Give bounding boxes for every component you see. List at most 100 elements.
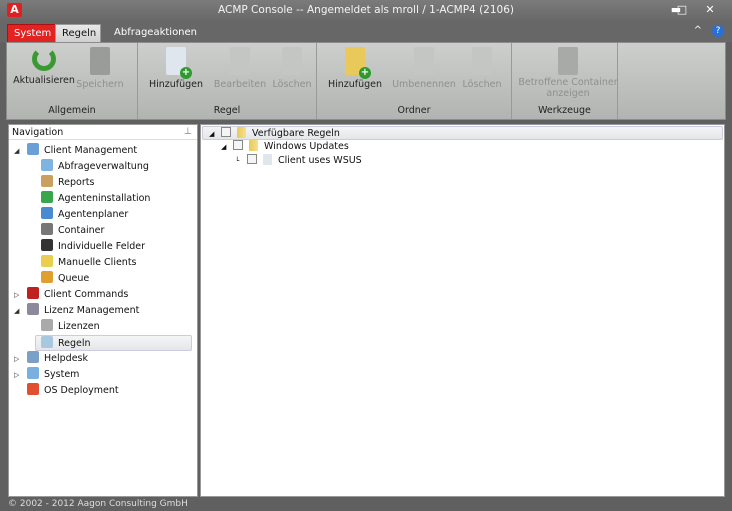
delete-rule-button[interactable]: Löschen [264,47,320,90]
nav-item-lizenz-management[interactable]: Lizenz Management [25,303,139,319]
nav-item-icon [41,319,53,331]
nav-item-individuelle-felder[interactable]: Individuelle Felder [39,239,145,255]
ribbon-group-regel: + Hinzufügen Bearbeiten Löschen Regel [138,43,317,119]
expander-icon[interactable]: ◢ [209,128,221,140]
button-label: Löschen [272,79,312,90]
expander-icon[interactable]: ▷ [14,291,19,299]
edit-rule-button[interactable]: Bearbeiten [210,47,270,90]
nav-item-label: Agenteninstallation [58,193,151,204]
tab-system[interactable]: System [7,24,59,42]
button-label: Betroffene Container anzeigen [518,77,618,99]
add-folder-button[interactable]: + Hinzufügen [323,47,387,90]
nav-item-reports[interactable]: Reports [39,175,94,191]
expander-icon[interactable]: ▷ [14,371,19,379]
nav-item-icon [41,207,53,219]
navigation-title: Navigation [12,127,64,138]
add-rule-button[interactable]: + Hinzufügen [144,47,208,90]
save-icon [90,47,110,75]
nav-item-manuelle-clients[interactable]: Manuelle Clients [39,255,137,271]
checkbox[interactable] [221,127,231,137]
nav-item-lizenzen[interactable]: Lizenzen [39,319,100,335]
delete-folder-button[interactable]: Löschen [454,47,510,90]
expander-icon[interactable]: ◢ [221,141,233,153]
nav-item-icon [27,303,39,315]
nav-item-label: Manuelle Clients [58,257,137,268]
checkbox[interactable] [233,140,243,150]
nav-item-client-commands[interactable]: Client Commands [25,287,128,303]
refresh-button[interactable]: Aktualisieren [13,47,75,86]
rule-tree-label: Verfügbare Regeln [252,128,340,139]
checkbox[interactable] [247,154,257,164]
nav-item-icon [41,271,53,283]
title-bar: A ACMP Console -- Angemeldet als mroll /… [0,0,732,22]
rename-folder-icon [414,47,434,75]
nav-item-icon [27,367,39,379]
nav-item-client-management[interactable]: Client Management [25,143,137,159]
pin-icon[interactable]: ⊥ [184,126,192,137]
close-button[interactable]: ✕ [700,3,720,16]
nav-item-label: Lizenz Management [44,305,140,316]
affected-containers-button[interactable]: Betroffene Container anzeigen [518,47,618,99]
nav-item-label: Regeln [58,338,91,349]
collapse-ribbon-button[interactable]: ^ [694,25,702,36]
delete-rule-icon [282,47,302,75]
nav-item-helpdesk[interactable]: Helpdesk [25,351,88,367]
nav-item-label: Reports [58,177,95,188]
navigation-panel: Navigation ⊥ ◢ Client Management Abfragever… [8,124,198,497]
group-label: Allgemein [48,105,96,116]
folder-icon [249,140,258,151]
rule-icon [263,154,272,165]
rule-tree-label: Windows Updates [264,141,349,152]
refresh-icon [32,47,56,71]
nav-item-label: OS Deployment [44,385,119,396]
nav-item-icon [27,383,39,395]
nav-item-abfrageverwaltung[interactable]: Abfrageverwaltung [39,159,149,175]
nav-item-container[interactable]: Container [39,223,104,239]
ribbon-group-ordner: + Hinzufügen Umbenennen Löschen Ordner [317,43,512,119]
nav-item-icon [41,191,53,203]
expander-icon[interactable]: ◢ [14,147,19,155]
ribbon-tabs: System Regeln Abfrageaktionen ^? [0,22,732,42]
rule-tree-item[interactable]: ◢ Windows Updates [201,140,349,154]
rule-tree-label: Client uses WSUS [278,155,362,166]
nav-item-icon [41,336,53,348]
tab-abfrageaktionen[interactable]: Abfrageaktionen [108,24,203,42]
folder-icon [237,127,246,138]
nav-item-agentenplaner[interactable]: Agentenplaner [39,207,128,223]
add-rule-icon: + [166,47,192,79]
group-label: Regel [213,105,241,116]
delete-folder-icon [472,47,492,75]
affected-containers-icon [558,47,578,75]
maximize-button[interactable]: □ [672,3,692,16]
nav-item-agenteninstallation[interactable]: Agenteninstallation [39,191,150,207]
rule-tree-item[interactable]: ◢ Verfügbare Regeln [202,126,723,140]
status-bar-text: © 2002 - 2012 Aagon Consulting GmbH [8,499,188,509]
button-label: Aktualisieren [13,75,75,86]
rules-panel: ◢ Verfügbare Regeln ◢ Windows Updates └ Clien… [200,124,725,497]
nav-item-os-deployment[interactable]: OS Deployment [25,383,119,399]
nav-item-icon [41,255,53,267]
expander-icon[interactable]: ◢ [14,307,19,315]
rule-tree-item[interactable]: └ Client uses WSUS [201,154,362,168]
edit-rule-icon [230,47,250,75]
nav-item-icon [41,239,53,251]
rename-folder-button[interactable]: Umbenennen [390,47,458,90]
nav-item-label: Agentenplaner [58,209,129,220]
help-icon[interactable]: ? [712,25,724,37]
nav-item-label: Client Management [44,145,138,156]
nav-item-system[interactable]: System [25,367,79,383]
group-label: Werkzeuge [538,105,591,116]
nav-item-label: Lizenzen [58,321,100,332]
tab-regeln[interactable]: Regeln [55,24,101,42]
ribbon: Aktualisieren Speichern Allgemein + Hinzufüg… [6,42,726,120]
expander-icon[interactable]: └ [235,155,247,167]
expander-icon[interactable]: ▷ [14,355,19,363]
save-button[interactable]: Speichern [75,47,125,90]
button-label: Bearbeiten [213,79,267,90]
nav-item-icon [27,143,39,155]
button-label: Löschen [462,79,502,90]
nav-item-label: Client Commands [44,289,129,300]
nav-item-regeln[interactable]: Regeln [35,335,192,351]
nav-item-queue[interactable]: Queue [39,271,89,287]
button-label: Speichern [76,79,124,90]
